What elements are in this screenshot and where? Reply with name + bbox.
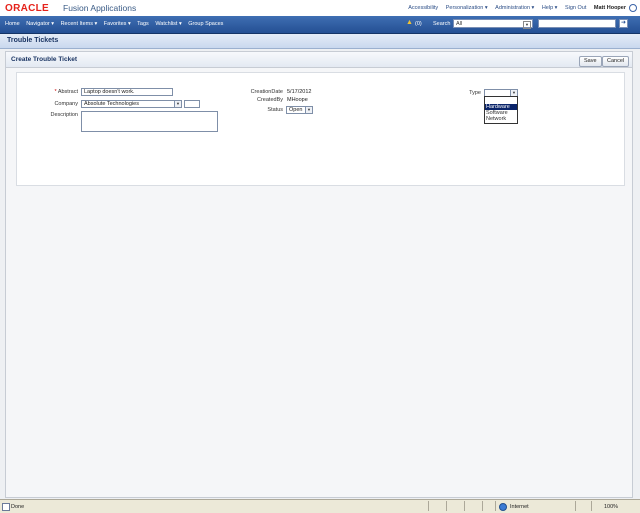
type-label: Type <box>469 90 481 96</box>
status-divider <box>575 501 576 511</box>
notification-count: (0) <box>415 21 422 27</box>
abstract-label: * Abstract <box>20 89 78 95</box>
nav-group-spaces[interactable]: Group Spaces <box>188 21 223 27</box>
nav-tags[interactable]: Tags <box>137 21 149 27</box>
required-marker: * <box>54 89 57 95</box>
status-divider <box>482 501 483 511</box>
search-input[interactable] <box>538 19 616 28</box>
help-menu[interactable]: Help ▾ <box>542 5 558 11</box>
type-option-network[interactable]: Network <box>485 116 517 122</box>
search-scope-select[interactable]: All ▼ <box>453 19 533 29</box>
nav-home[interactable]: Home <box>5 21 20 27</box>
notification-bell-icon[interactable]: ▲ <box>406 19 413 26</box>
creation-date-value: 5/17/2012 <box>287 89 312 95</box>
chevron-down-icon: ▼ <box>523 21 531 29</box>
zoom-level[interactable]: 100% <box>604 504 618 510</box>
chevron-down-icon: ▼ <box>305 107 312 113</box>
search-label: Search <box>433 21 451 27</box>
abstract-input[interactable]: Laptop doesn't work. <box>81 88 173 96</box>
status-divider <box>495 501 496 511</box>
accessibility-link[interactable]: Accessibility <box>408 5 438 11</box>
panel-title: Create Trouble Ticket <box>11 56 77 63</box>
status-label: Status <box>267 107 283 113</box>
sign-out-link[interactable]: Sign Out <box>565 5 586 11</box>
nav-navigator[interactable]: Navigator ▾ <box>26 21 54 27</box>
nav-favorites[interactable]: Favorites ▾ <box>104 21 131 27</box>
global-links: Accessibility Personalization ▾ Administ… <box>402 5 626 11</box>
navigation-bar: Home Navigator ▾ Recent Items ▾ Favorite… <box>0 16 640 34</box>
company-label: Company <box>54 101 78 107</box>
status-text: Done <box>11 504 25 510</box>
page-header: Trouble Tickets <box>0 34 640 49</box>
created-by-value: MHoope <box>287 97 308 103</box>
company-extra-input[interactable] <box>184 100 200 108</box>
status-value: Open <box>289 107 303 113</box>
abstract-label-text: Abstract <box>57 89 78 95</box>
description-label: Description <box>50 112 78 118</box>
created-by-label: CreatedBy <box>257 97 283 103</box>
brand-bar: ORACLE Fusion Applications Accessibility… <box>0 0 640 16</box>
chevron-down-icon: ▼ <box>174 101 181 107</box>
security-zone: Internet <box>510 504 529 510</box>
page-icon <box>2 503 10 511</box>
oracle-ring-icon <box>629 4 637 12</box>
personalization-menu[interactable]: Personalization ▾ <box>446 5 488 11</box>
status-divider <box>464 501 465 511</box>
oracle-logo: ORACLE <box>5 3 50 14</box>
browser-status-bar: Done Internet 100% <box>0 499 640 513</box>
administration-menu[interactable]: Administration ▾ <box>495 5 534 11</box>
save-button[interactable]: Save <box>579 56 602 67</box>
company-value: Absolute Technologies <box>84 101 139 107</box>
creation-date-label: CreationDate <box>250 89 283 95</box>
user-name: Matt Hooper <box>593 5 626 11</box>
nav-watchlist[interactable]: Watchlist ▾ <box>155 21 181 27</box>
app-name: Fusion Applications <box>63 3 137 13</box>
status-select[interactable]: Open ▼ <box>286 106 313 114</box>
status-divider <box>428 501 429 511</box>
search-go-icon[interactable]: ➜ <box>619 19 628 28</box>
type-dropdown-list: Hardware Software Network <box>484 96 518 124</box>
page-title: Trouble Tickets <box>7 37 59 44</box>
status-divider <box>591 501 592 511</box>
status-divider <box>446 501 447 511</box>
cancel-button[interactable]: Cancel <box>602 56 630 67</box>
search-scope-value: All <box>456 21 463 27</box>
globe-icon <box>499 503 507 511</box>
type-option-blank[interactable] <box>485 97 517 104</box>
nav-recent-items[interactable]: Recent Items ▾ <box>61 21 98 27</box>
panel-header: Create Trouble Ticket Save Cancel <box>6 52 632 68</box>
description-textarea[interactable] <box>81 111 218 132</box>
company-select[interactable]: Absolute Technologies ▼ <box>81 100 182 108</box>
